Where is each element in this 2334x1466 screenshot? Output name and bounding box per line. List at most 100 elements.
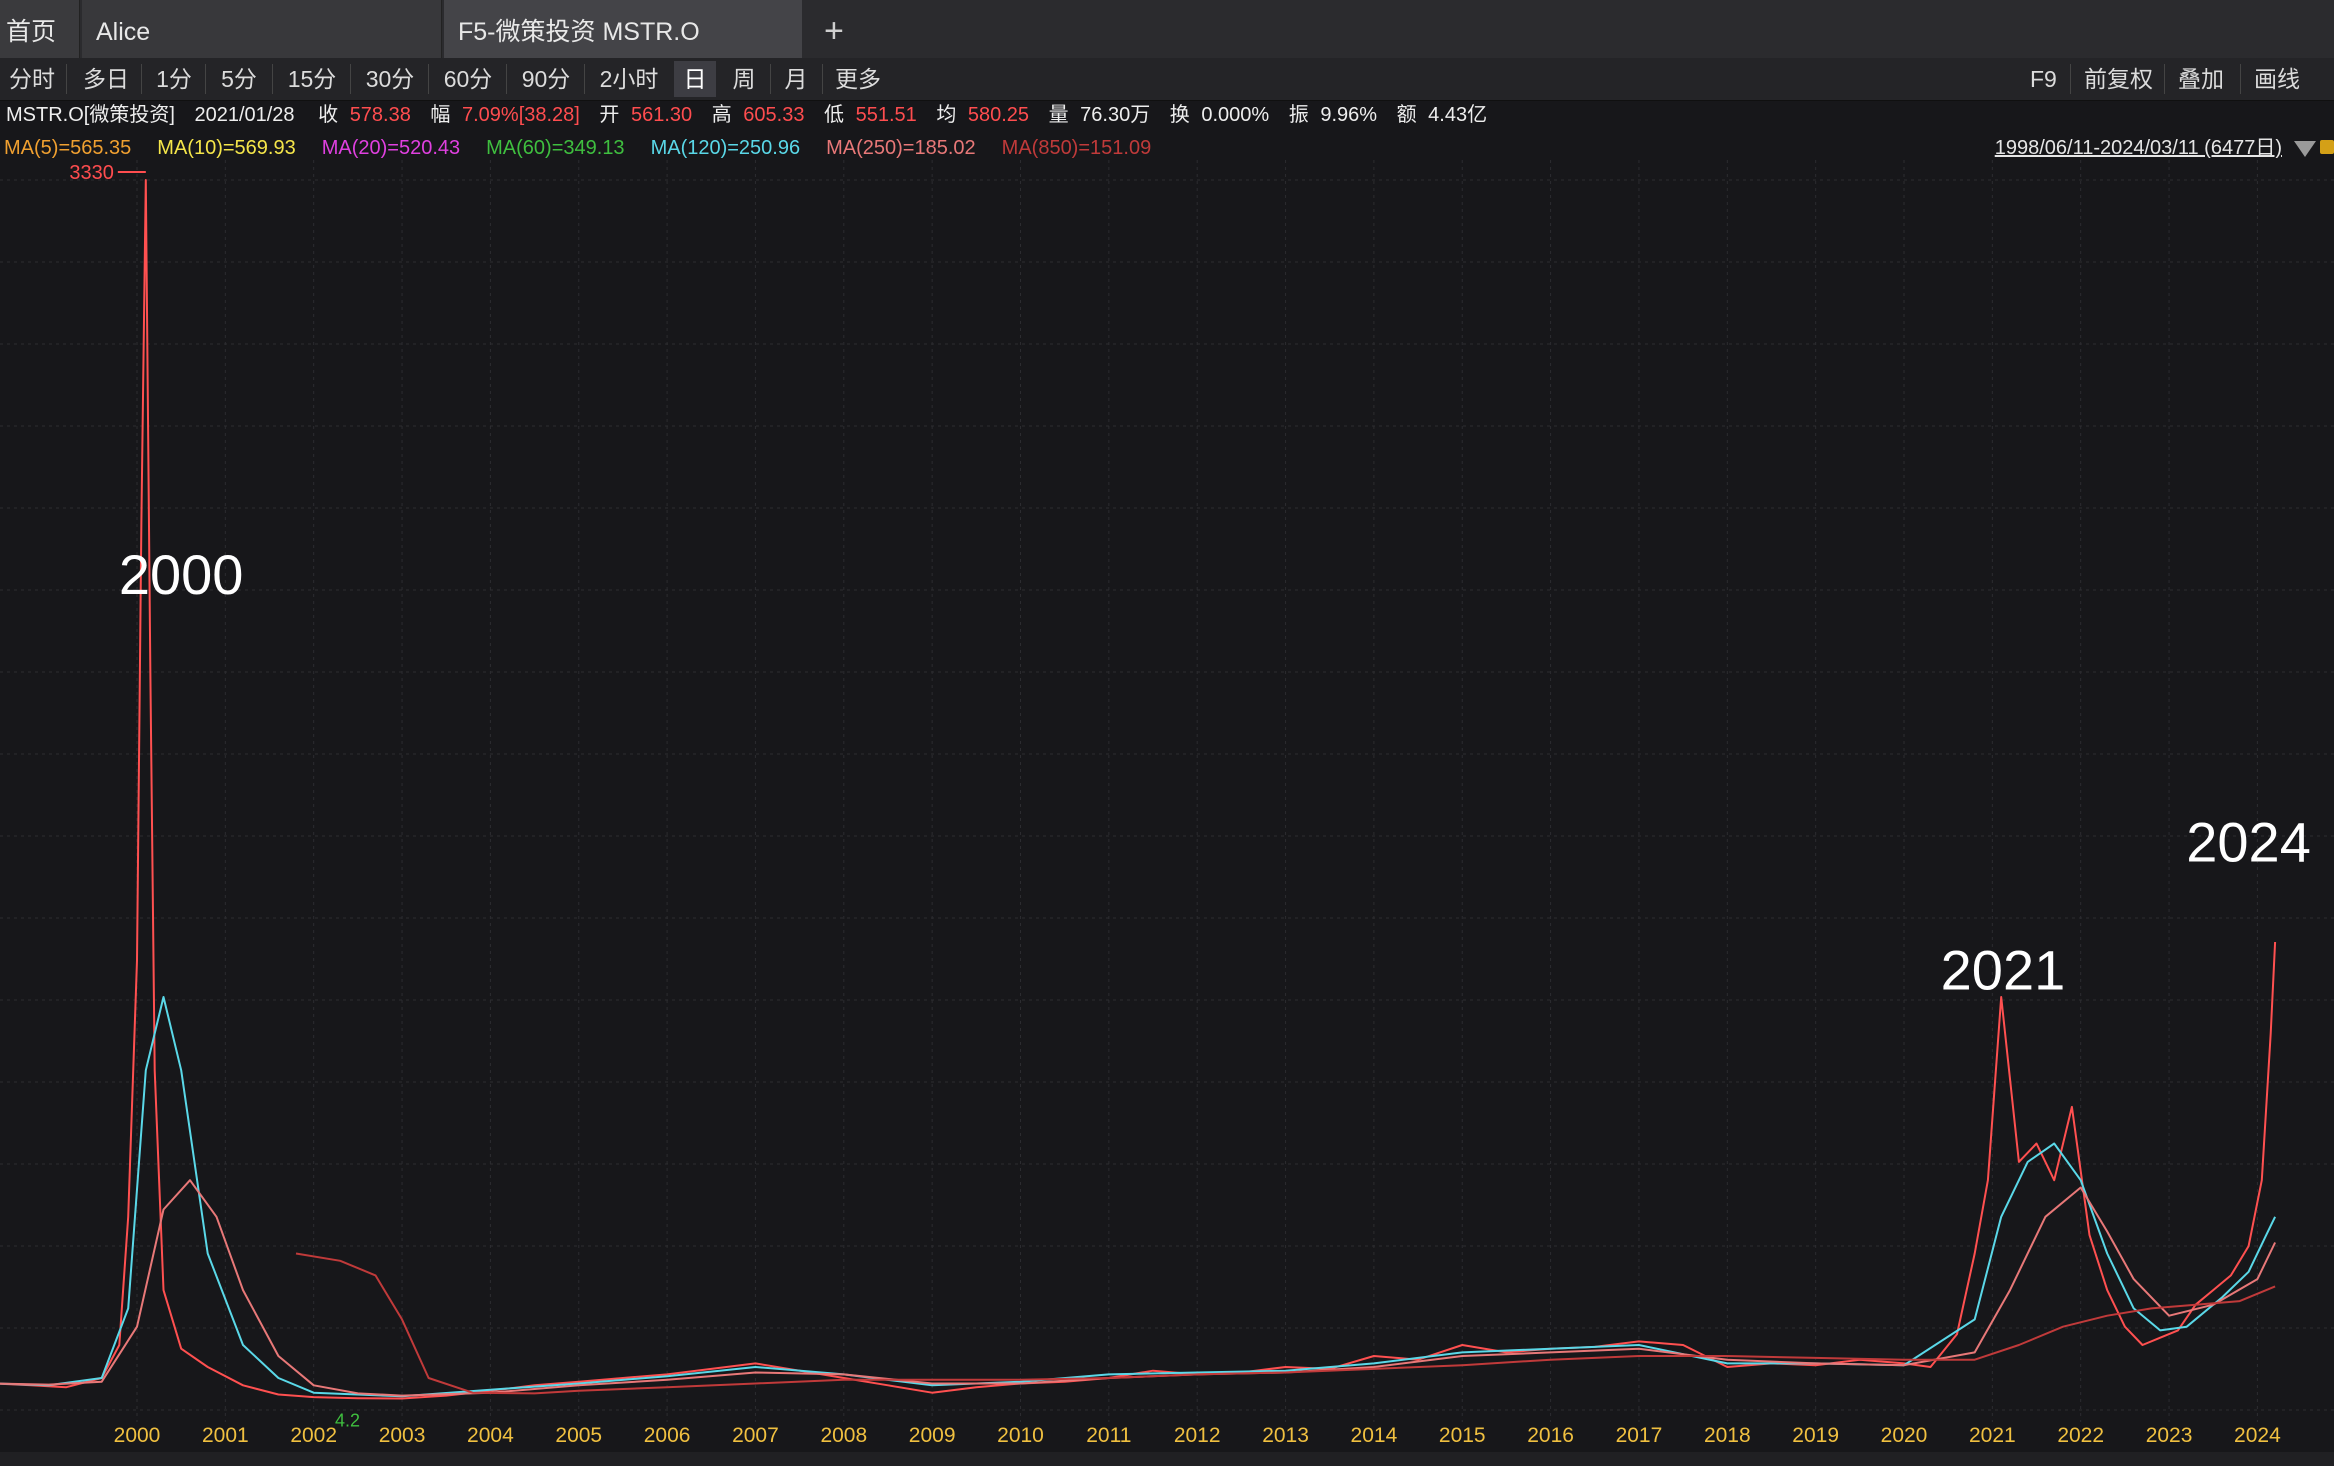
period-15min-button[interactable]: 15分 [280,61,344,97]
x-tick-label: 2001 [202,1424,249,1447]
min-marker-label: 4.2 [335,1410,360,1430]
x-axis: 2000 2001 2002 2003 2004 2005 2006 2007 2008 2009… [114,1424,2281,1447]
x-tick-label: 2004 [467,1424,514,1447]
x-tick-label: 2024 [2234,1424,2281,1447]
adjust-button[interactable]: 前复权 [2084,61,2153,97]
indicator-tab-strip [0,1452,2334,1466]
period-5min-button[interactable]: 5分 [212,61,266,97]
amplitude-value: 9.96% [1320,104,1378,126]
ma60-label: MA(60)=349.13 [486,137,625,159]
x-tick-label: 2022 [2057,1424,2104,1447]
volume-value: 76.30万 [1080,104,1151,126]
ma5-label: MA(5)=565.35 [4,137,132,159]
ma250-label: MA(250)=185.02 [826,137,976,159]
x-tick-label: 2021 [1969,1424,2016,1447]
avg-value: 580.25 [967,104,1030,126]
amount-label: 额 [1396,104,1417,126]
divider [2240,64,2241,94]
ma850-label: MA(850)=151.09 [1001,137,1152,159]
lock-icon[interactable] [2320,140,2334,154]
add-tab-icon[interactable]: + [812,0,852,58]
period-multiday-button[interactable]: 多日 [76,61,136,97]
period-30min-button[interactable]: 30分 [358,61,422,97]
chevron-down-icon[interactable] [2294,141,2316,157]
price-chart[interactable]: 3330 4.2 2000 2001 2002 2003 2004 2005 2006 2007… [0,160,2334,1452]
amount-value: 4.43亿 [1428,104,1488,126]
close-value: 578.38 [349,104,411,126]
period-toolbar: 分时 多日 1分 5分 15分 30分 60分 90分 2小时 日 周 月 更多… [0,58,2334,101]
open-value: 561.30 [630,104,693,126]
tab-bar: 首页 Alice F5-微策投资 MSTR.O + [0,0,2334,59]
low-value: 551.51 [855,104,917,126]
x-tick-label: 2015 [1439,1424,1486,1447]
overlay-button[interactable]: 叠加 [2178,61,2224,97]
change-value: 7.09%[38.28] [461,104,580,126]
divider [66,64,67,94]
low-label: 低 [824,104,845,126]
period-more-button[interactable]: 更多 [828,61,888,97]
draw-line-button[interactable]: 画线 [2254,61,2300,97]
divider [141,64,142,94]
x-tick-label: 2005 [555,1424,602,1447]
quote-info-line: MSTR.O[微策投资] 2021/01/28 收 578.38 幅 7.09%… [6,100,1487,130]
divider [272,64,273,94]
tab-home[interactable]: 首页 [0,0,80,58]
x-tick-label: 2019 [1792,1424,1839,1447]
divider [2070,64,2071,94]
symbol-label: MSTR.O[微策投资] [6,104,175,126]
x-tick-label: 2014 [1351,1424,1398,1447]
x-tick-label: 2010 [997,1424,1044,1447]
period-2hour-button[interactable]: 2小时 [590,61,668,97]
high-label: 高 [711,104,732,126]
chart-grid [0,160,2334,1422]
high-value: 605.33 [743,104,805,126]
x-tick-label: 2012 [1174,1424,1221,1447]
divider [506,64,507,94]
amplitude-label: 振 [1288,104,1309,126]
ma10-label: MA(10)=569.93 [157,137,296,159]
f9-button[interactable]: F9 [2030,61,2057,97]
avg-label: 均 [936,104,957,126]
tab-stock-mstr[interactable]: F5-微策投资 MSTR.O [444,0,802,58]
period-week-button[interactable]: 周 [724,61,764,97]
ma20-label: MA(20)=520.43 [321,137,461,159]
date-range-selector[interactable]: 1998/06/11-2024/03/11 (6477日) [1995,134,2282,162]
x-tick-label: 2002 [290,1424,337,1447]
date-label: 2021/01/28 [194,104,295,126]
tab-alice[interactable]: Alice [82,0,442,58]
period-intraday-button[interactable]: 分时 [4,61,60,97]
max-marker-label: 3330 [69,162,114,184]
turnover-value: 0.000% [1201,104,1270,126]
period-90min-button[interactable]: 90分 [514,61,578,97]
period-day-button[interactable]: 日 [674,61,716,97]
period-60min-button[interactable]: 60分 [436,61,500,97]
period-1min-button[interactable]: 1分 [148,61,200,97]
chart-annotations: 2000 2021 2024 [119,543,2311,1002]
divider [2164,64,2165,94]
chart-markers: 3330 4.2 [69,162,360,1430]
divider [428,64,429,94]
x-tick-label: 2016 [1527,1424,1574,1447]
x-tick-label: 2009 [909,1424,956,1447]
x-tick-label: 2020 [1881,1424,1928,1447]
x-tick-label: 2023 [2146,1424,2193,1447]
series-line-1 [0,996,2276,1398]
divider [584,64,585,94]
x-tick-label: 2007 [732,1424,779,1447]
x-tick-label: 2013 [1262,1424,1309,1447]
open-label: 开 [599,104,620,126]
divider [205,64,206,94]
x-tick-label: 2008 [820,1424,867,1447]
series-line-0 [0,179,2277,1400]
close-label: 收 [318,104,339,126]
year-annotation-2000: 2000 [119,543,244,606]
divider [770,64,771,94]
x-tick-label: 2017 [1616,1424,1663,1447]
x-tick-label: 2006 [644,1424,691,1447]
period-month-button[interactable]: 月 [776,61,816,97]
x-tick-label: 2000 [114,1424,161,1447]
ma-legend: MA(5)=565.35 MA(10)=569.93 MA(20)=520.43 MA… [4,134,1177,162]
x-tick-label: 2011 [1086,1424,1131,1447]
divider [350,64,351,94]
turnover-label: 换 [1169,104,1190,126]
